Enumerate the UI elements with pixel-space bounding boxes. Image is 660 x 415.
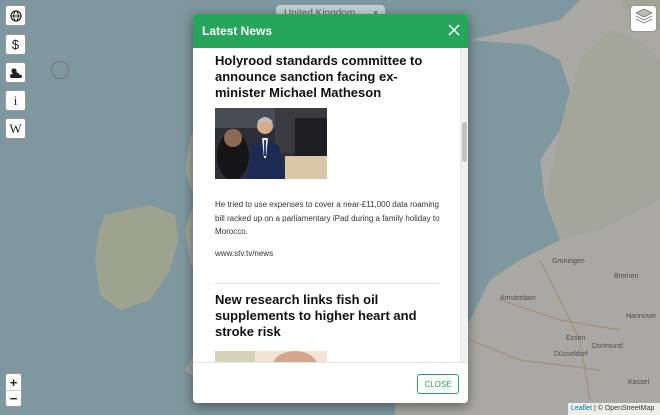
article-image[interactable] <box>215 108 327 179</box>
news-modal: Latest News Holyrood standards committee… <box>193 14 468 403</box>
article-card-body: He tried to use expenses to cover a near… <box>215 198 440 239</box>
globe-icon <box>9 9 22 22</box>
article-title[interactable]: New research links fish oil supplements … <box>215 292 440 340</box>
article-description: He tried to use expenses to cover a near… <box>215 200 440 236</box>
article-title[interactable]: Holyrood standards committee to announce… <box>215 53 440 101</box>
modal-body[interactable]: Holyrood standards committee to announce… <box>193 48 468 362</box>
close-button[interactable]: CLOSE <box>417 374 459 394</box>
globe-button[interactable] <box>5 5 26 26</box>
zoom-out-button[interactable]: − <box>6 390 21 406</box>
article-source[interactable]: www.stv.tv/news <box>215 249 440 258</box>
layers-button[interactable] <box>630 5 657 32</box>
layers-icon <box>634 8 653 29</box>
modal-title: Latest News <box>202 24 273 38</box>
article-image[interactable] <box>215 350 327 362</box>
article-card[interactable]: New research links fish oil supplements … <box>215 292 440 340</box>
info-button[interactable]: i <box>5 90 26 111</box>
close-icon[interactable] <box>447 22 461 38</box>
weather-button[interactable] <box>5 62 26 83</box>
article-divider <box>215 283 439 284</box>
modal-scrollbar[interactable] <box>460 48 468 362</box>
wikipedia-button[interactable]: W <box>5 118 26 139</box>
attribution-text: | © OpenStreetMap <box>592 405 655 412</box>
modal-footer: CLOSE <box>193 362 468 403</box>
article-card[interactable]: Holyrood standards committee to announce… <box>215 53 440 101</box>
leaflet-link[interactable]: Leaflet <box>571 405 592 412</box>
weather-icon <box>9 67 23 79</box>
map-attribution: Leaflet | © OpenStreetMap <box>568 403 660 415</box>
wikipedia-icon: W <box>9 120 22 136</box>
scrollbar-thumb[interactable] <box>462 122 467 162</box>
info-icon: i <box>13 92 18 108</box>
zoom-in-button[interactable]: + <box>6 374 21 390</box>
modal-header: Latest News <box>193 14 468 48</box>
dollar-icon: $ <box>11 37 20 52</box>
zoom-control: + − <box>5 373 22 407</box>
location-marker[interactable] <box>51 61 69 79</box>
currency-button[interactable]: $ <box>5 34 26 55</box>
article-source-wrap: www.stv.tv/news <box>215 249 440 258</box>
